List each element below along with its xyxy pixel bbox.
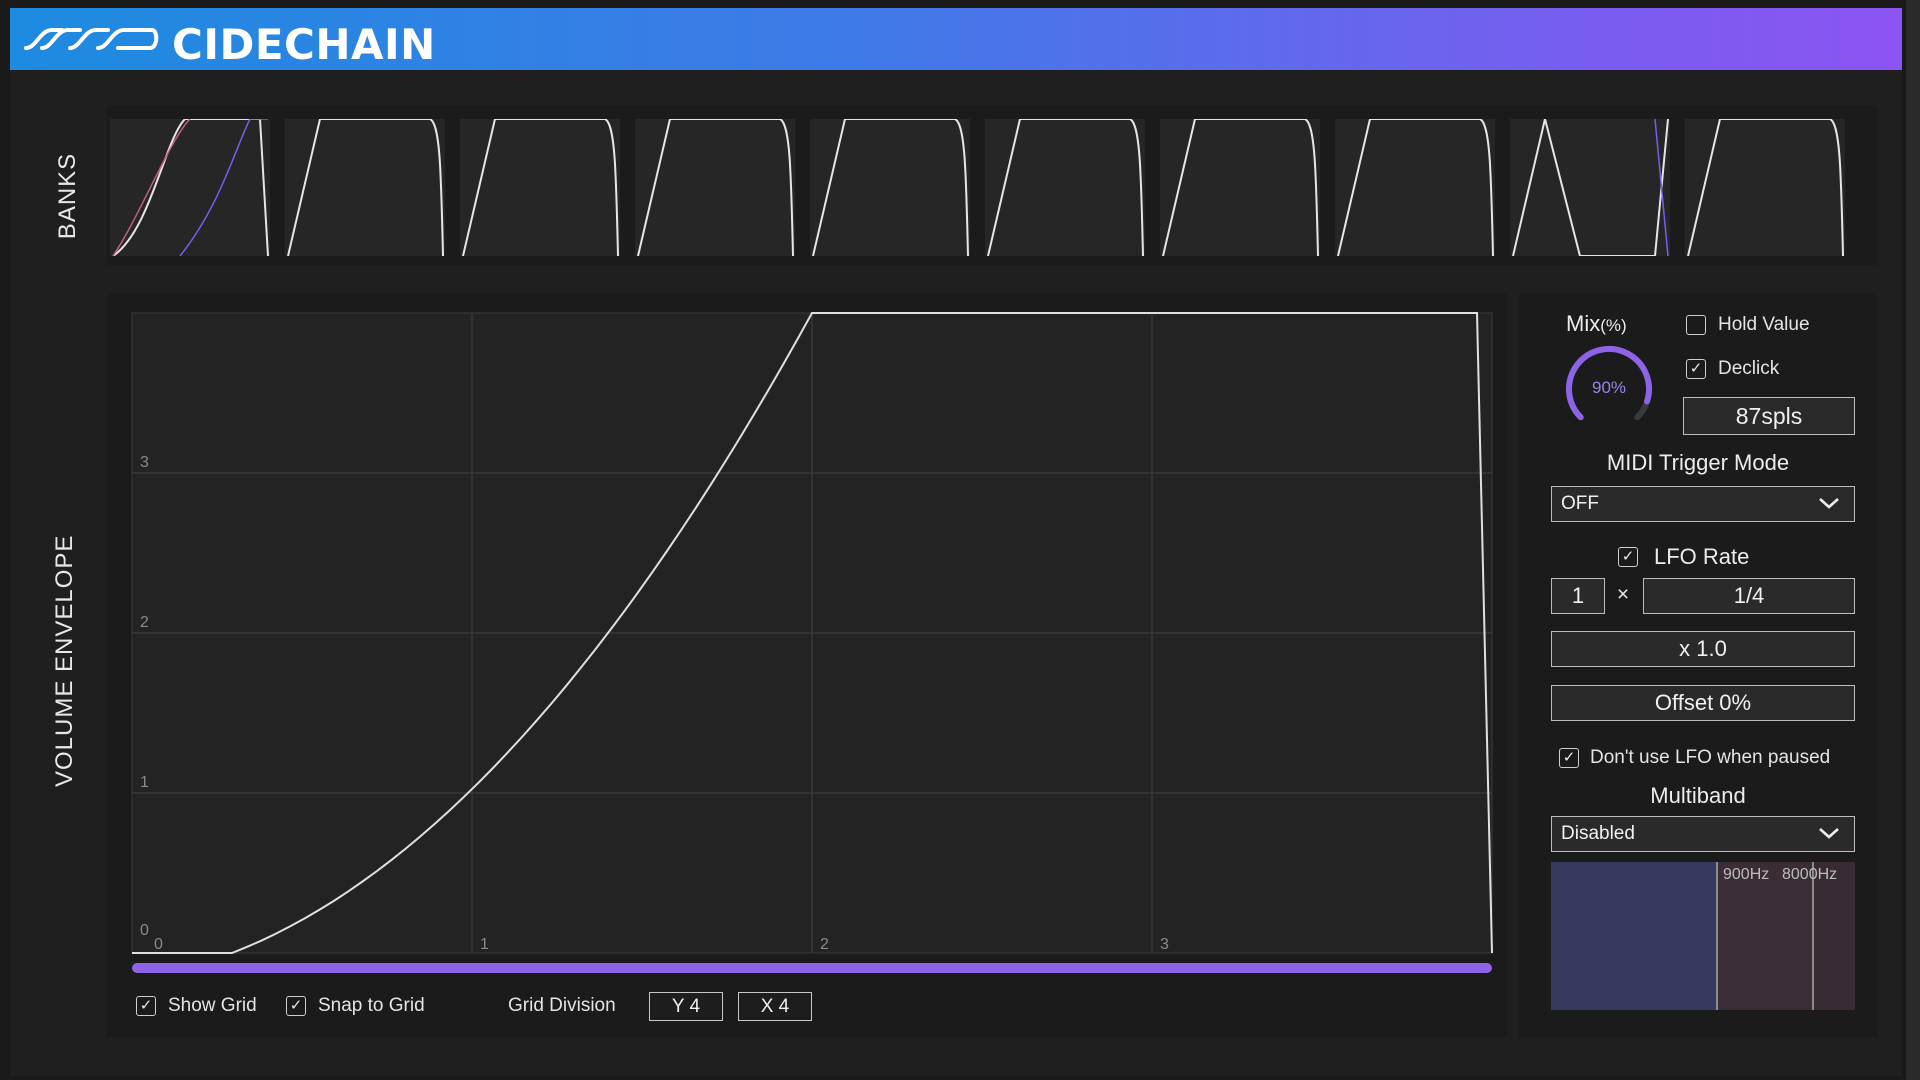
banks-side-label: BANKS: [54, 152, 81, 240]
lfo-times-symbol: ×: [1616, 583, 1630, 606]
band-high: [1813, 862, 1855, 1010]
crossover-handle-low[interactable]: [1716, 862, 1718, 1010]
mix-knob[interactable]: 90%: [1562, 342, 1656, 436]
hold-value-checkbox[interactable]: [1686, 315, 1706, 335]
lfo-rate-checkbox[interactable]: ✓: [1618, 547, 1638, 567]
declick-label: Declick: [1718, 358, 1780, 379]
crossover-handle-high[interactable]: [1812, 862, 1814, 1010]
header-bar: CIDECHAIN: [10, 8, 1902, 70]
dont-use-lfo-label: Don't use LFO when paused: [1590, 747, 1831, 768]
offset-field[interactable]: Offset 0%: [1551, 685, 1855, 721]
bank-slot-8[interactable]: [1335, 119, 1495, 256]
bank-slot-5[interactable]: [810, 119, 970, 256]
band-high-freq: 8000Hz: [1782, 866, 1838, 883]
multiband-dropdown[interactable]: Disabled: [1551, 816, 1855, 852]
y-tick-label: 3: [140, 454, 149, 471]
mix-value: 90%: [1591, 378, 1627, 397]
x-division-field[interactable]: X 4: [738, 992, 812, 1021]
lfo-division-field[interactable]: 1/4: [1643, 578, 1855, 614]
plugin-window: CIDECHAIN BANKS VOLUME ENVELOPE 0 1 2 3 0 1 2 3…: [10, 8, 1902, 1076]
bank-slot-3[interactable]: [460, 119, 620, 256]
show-grid-checkbox[interactable]: ✓: [136, 996, 156, 1016]
band-low: [1551, 862, 1717, 1010]
bank-slot-9[interactable]: [1510, 119, 1670, 256]
logo-icon: [22, 24, 162, 58]
chevron-down-icon: [1818, 825, 1840, 846]
show-grid-label: Show Grid: [168, 995, 257, 1016]
grid-controls: ✓ Show Grid ✓ Snap to Grid Grid Division…: [122, 988, 922, 1028]
envelope-scrollbar[interactable]: [132, 963, 1492, 973]
mix-label: Mix(%): [1566, 311, 1627, 337]
dont-use-lfo-checkbox[interactable]: ✓: [1559, 748, 1579, 768]
declick-checkbox[interactable]: ✓: [1686, 359, 1706, 379]
settings-panel: Mix(%) 90% Hold Value ✓ Declick 87spls M…: [1519, 293, 1877, 1038]
bank-slot-2[interactable]: [285, 119, 445, 256]
midi-trigger-mode-label: MIDI Trigger Mode: [1606, 450, 1790, 475]
lfo-multiplier-field[interactable]: 1: [1551, 578, 1605, 614]
snap-to-grid-label: Snap to Grid: [318, 995, 425, 1016]
band-low-freq: 900Hz: [1723, 866, 1770, 883]
envelope-graph[interactable]: 0 1 2 3 0 1 2 3: [107, 293, 1507, 983]
x-tick-label: 1: [480, 936, 489, 953]
lfo-scale-field[interactable]: x 1.0: [1551, 631, 1855, 667]
y-division-field[interactable]: Y 4: [649, 992, 723, 1021]
volume-envelope-side-label: VOLUME ENVELOPE: [51, 534, 78, 787]
midi-trigger-mode-value: OFF: [1561, 493, 1599, 514]
multiband-crossover-display[interactable]: 900Hz 8000Hz: [1551, 862, 1855, 1010]
band-mid: [1717, 862, 1813, 1010]
y-tick-label: 0: [140, 922, 149, 939]
bank-slot-4[interactable]: [635, 119, 795, 256]
bank-slot-1[interactable]: [110, 119, 270, 256]
x-tick-label: 2: [820, 936, 829, 953]
bank-slot-6[interactable]: [985, 119, 1145, 256]
y-tick-label: 2: [140, 614, 149, 631]
chevron-down-icon: [1818, 495, 1840, 516]
declick-samples-field[interactable]: 87spls: [1683, 397, 1855, 435]
snap-to-grid-checkbox[interactable]: ✓: [286, 996, 306, 1016]
x-tick-label: 3: [1160, 936, 1169, 953]
grid-division-label: Grid Division: [508, 995, 616, 1016]
y-tick-label: 1: [140, 774, 149, 791]
volume-envelope-panel: 0 1 2 3 0 1 2 3 ✓ Show Grid ✓ Snap to Grid Grid…: [107, 293, 1507, 1038]
banks-panel: [107, 105, 1877, 265]
multiband-label: Multiband: [1650, 783, 1746, 808]
app-title: CIDECHAIN: [172, 20, 436, 69]
hold-value-label: Hold Value: [1718, 314, 1810, 335]
mix-label-unit: (%): [1600, 316, 1627, 335]
multiband-value: Disabled: [1561, 823, 1635, 844]
x-tick-label: 0: [154, 936, 163, 953]
lfo-rate-label: LFO Rate: [1654, 544, 1750, 569]
bank-slot-7[interactable]: [1160, 119, 1320, 256]
window-edge: [1906, 0, 1920, 1080]
midi-trigger-mode-dropdown[interactable]: OFF: [1551, 486, 1855, 522]
bank-slot-10[interactable]: [1685, 119, 1845, 256]
mix-label-text: Mix: [1566, 311, 1601, 336]
